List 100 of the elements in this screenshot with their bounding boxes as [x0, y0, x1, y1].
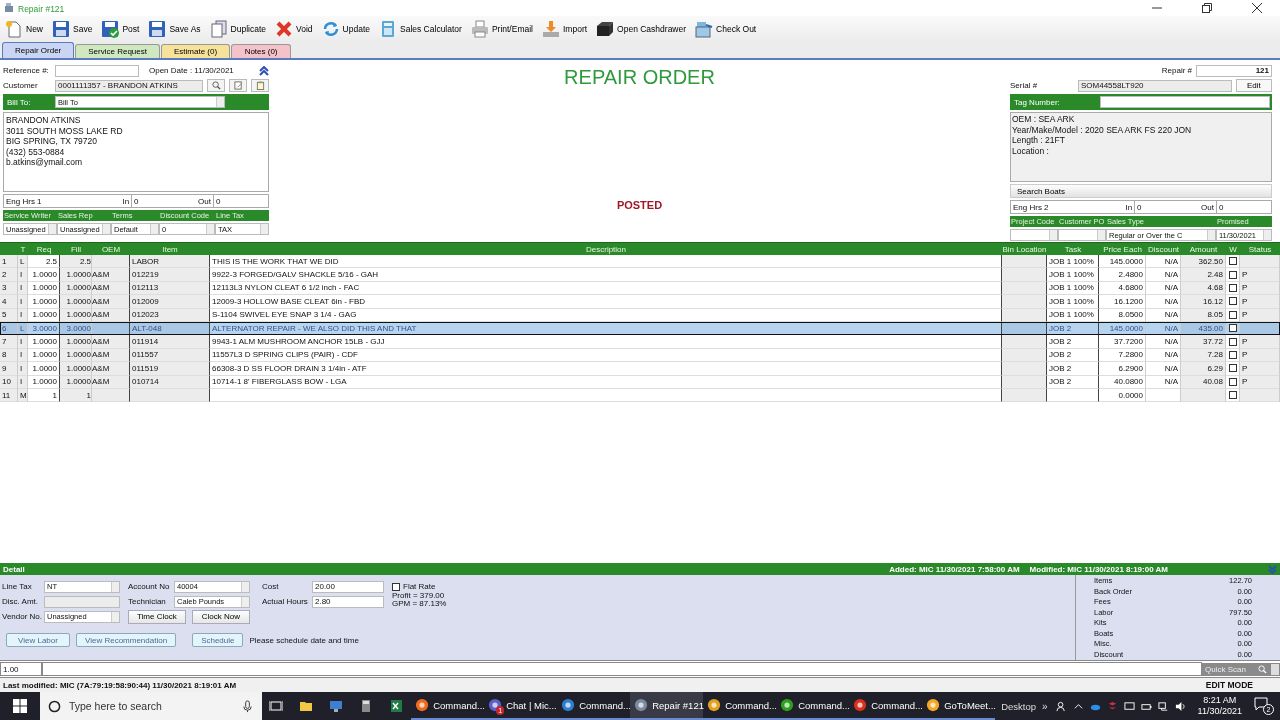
column-header[interactable]: Task — [1047, 244, 1099, 254]
network-icon[interactable] — [1157, 700, 1169, 712]
taskbar-app[interactable]: Command... — [411, 692, 485, 720]
tab[interactable]: Estimate (0) — [160, 44, 231, 58]
hours-in-field[interactable]: 0 — [131, 195, 197, 207]
taskbar-app[interactable]: Repair #121 — [630, 692, 704, 720]
dropdown-button[interactable] — [1270, 662, 1280, 676]
toolbar-button[interactable]: Duplicate — [206, 18, 270, 40]
taskbar-app[interactable]: Command... — [703, 692, 777, 720]
hours-out-field[interactable]: 0 — [1216, 201, 1271, 213]
desktop-toolbar[interactable]: Desktop — [995, 700, 1043, 712]
time-clock-button[interactable]: Time Clock — [128, 609, 186, 624]
tab[interactable]: Notes (0) — [231, 44, 292, 58]
table-row[interactable]: 1 L 2.5 2.5 LABOR THIS IS THE WORK THAT WE DID JOB 1 100% 145.0000 N/A 362.50 — [0, 255, 1280, 269]
quantity-field[interactable]: 1.00 — [0, 662, 42, 676]
hours-out-field[interactable]: 0 — [213, 195, 268, 207]
toolbar-button[interactable]: Save — [49, 18, 96, 40]
hours-in-field[interactable]: 0 — [1134, 201, 1200, 213]
column-header[interactable]: Req — [28, 244, 60, 254]
table-row[interactable]: 4 I 1.0000 1.0000A&M 012009 12009-3 HOLLOW BASE CLEAT 6in - FBD JOB 1 100% 16.1200 N/A 16.12 P — [0, 295, 1280, 309]
view-labor-button[interactable]: View Labor — [6, 633, 70, 647]
overflow-button[interactable]: » — [1042, 700, 1048, 712]
chevron-up-icon[interactable] — [259, 65, 269, 76]
checkbox[interactable] — [1228, 350, 1237, 359]
taskbar-app[interactable]: GoToMeet... — [922, 692, 996, 720]
discount-amount-field[interactable] — [44, 595, 120, 608]
column-header[interactable]: Bin Location — [1002, 244, 1047, 254]
checkbox[interactable] — [1228, 283, 1237, 292]
toolbar-button[interactable]: Void — [272, 18, 316, 40]
table-row[interactable]: 2 I 1.0000 1.0000A&M 012219 9922-3 FORGED/GALV SHACKLE 5/16 - GAH JOB 1 100% 2.4800 N/A 2.48 P — [0, 268, 1280, 282]
checkbox[interactable] — [1228, 324, 1237, 333]
address-field[interactable]: BRANDON ATKINS 3011 SOUTH MOSS LAKE RD BIG SPRING, TX 79720 (432) 553-0884 b.atkins@ymail.com — [3, 112, 269, 192]
toolbar-button[interactable]: Open Cashdrawer — [593, 18, 690, 40]
checkbox[interactable] — [1228, 337, 1237, 346]
column-header[interactable]: Status — [1240, 244, 1280, 254]
search-boats-button[interactable]: Search Boats — [1010, 184, 1272, 198]
toolbar-button[interactable]: Print/Email — [467, 18, 536, 40]
checkbox[interactable] — [1228, 310, 1237, 319]
customer-field[interactable]: 0001111357 - BRANDON ATKINS — [55, 79, 203, 92]
table-row[interactable]: 7 I 1.0000 1.0000A&M 011914 9943-1 ALM MUSHROOM ANCHOR 15LB - GJJ JOB 2 37.7200 N/A 37.72 P — [0, 335, 1280, 349]
table-cell: 011914 — [130, 335, 210, 349]
column-header[interactable]: Price Each — [1099, 244, 1146, 254]
people-icon[interactable] — [1055, 700, 1067, 712]
serial-field[interactable]: SOM44558LT920 — [1078, 79, 1232, 92]
column-header[interactable]: W — [1226, 244, 1240, 254]
speaker-icon[interactable] — [1174, 700, 1186, 712]
column-header[interactable]: Fill — [60, 244, 92, 254]
table-cell: 37.72 — [1181, 335, 1226, 349]
toolbar-button[interactable]: Check Out — [692, 18, 760, 40]
tab[interactable]: Repair Order — [2, 42, 75, 58]
table-row[interactable]: 8 I 1.0000 1.0000A&M 011557 11557L3 D SPRING CLIPS (PAIR) - CDF JOB 2 7.2800 N/A 7.28 P — [0, 348, 1280, 363]
taskbar-app[interactable]: Command... — [849, 692, 923, 720]
edit-button[interactable] — [229, 79, 247, 92]
table-row[interactable]: 10 I 1.0000 1.0000A&M 010714 10714-1 8' FIBERGLASS BOW - LGA JOB 2 40.0800 N/A 40.08 P — [0, 375, 1280, 389]
table-row[interactable]: 11 M 1 1 0.0000 — [0, 388, 1280, 403]
table-cell: 6.29 — [1181, 362, 1226, 376]
column-header[interactable]: Discount — [1146, 244, 1181, 254]
tab[interactable]: Service Request — [75, 44, 160, 58]
repair-number-field[interactable]: 121 — [1196, 64, 1272, 77]
taskbar-search-field[interactable]: Type here to search — [66, 699, 235, 713]
toolbar-button[interactable]: Sales Calculator — [376, 18, 465, 40]
checkbox[interactable] — [1228, 391, 1237, 400]
table-cell: 012009 — [130, 295, 210, 309]
edit-button[interactable]: Edit — [1236, 79, 1272, 92]
taskbar-app[interactable]: Command... — [776, 692, 850, 720]
toolbar-button[interactable]: Post — [98, 18, 143, 40]
column-header[interactable]: Item — [130, 244, 210, 254]
hours-field[interactable]: 2.80 — [312, 595, 384, 608]
toolbar-button[interactable]: Import — [539, 18, 591, 40]
reference-field[interactable] — [55, 64, 139, 77]
clock-now-button[interactable]: Clock Now — [191, 609, 250, 624]
checkbox[interactable] — [1228, 377, 1237, 386]
checkbox[interactable] — [1228, 364, 1237, 373]
toolbar-button[interactable]: Save As — [145, 18, 204, 40]
view-recommendation-button[interactable]: View Recommendation — [76, 633, 177, 647]
schedule-button[interactable]: Schedule — [192, 633, 244, 647]
toolbar-button[interactable]: Update — [318, 18, 373, 40]
taskbar-clock[interactable]: 8:21 AM 11/30/2021 — [1191, 695, 1248, 717]
search-button[interactable] — [207, 79, 225, 92]
monitor-icon[interactable] — [1123, 700, 1135, 712]
column-header[interactable]: OEM — [92, 244, 130, 254]
table-cell: I — [18, 308, 28, 322]
table-row[interactable]: 5 I 1.0000 1.0000A&M 012023 S-1104 SWIVEL EYE SNAP 3 1/4 - GAG JOB 1 100% 8.0500 N/A 8.05 P — [0, 308, 1280, 322]
cost-field[interactable]: 20.00 — [312, 580, 384, 593]
toolbar-button[interactable]: New — [2, 18, 46, 40]
column-header[interactable]: Amount — [1181, 244, 1226, 254]
notes-button[interactable] — [251, 79, 269, 92]
checkbox[interactable] — [1228, 270, 1237, 279]
checkbox[interactable] — [1228, 257, 1237, 266]
table-cell: JOB 1 100% — [1047, 281, 1099, 296]
windows-logo-icon[interactable] — [12, 699, 27, 713]
tag-number-field[interactable] — [1100, 96, 1270, 108]
column-header[interactable]: T — [18, 244, 28, 254]
search-bar[interactable]: Type here to search — [39, 692, 262, 720]
table-row[interactable]: 9 I 1.0000 1.0000A&M 011519 66308-3 D SS FLOOR DRAIN 3 1/4in - ATF JOB 2 6.2900 N/A 6.29 P — [0, 362, 1280, 376]
scan-field[interactable] — [42, 662, 1202, 676]
column-header[interactable]: Description — [210, 244, 1002, 254]
checkbox[interactable] — [392, 582, 400, 591]
table-row[interactable]: 3 I 1.0000 1.0000A&M 012113 12113L3 NYLON CLEAT 6 1/2 inch - FAC JOB 1 100% 4.6800 N/A 4.68 P — [0, 281, 1280, 296]
checkbox[interactable] — [1228, 297, 1237, 306]
